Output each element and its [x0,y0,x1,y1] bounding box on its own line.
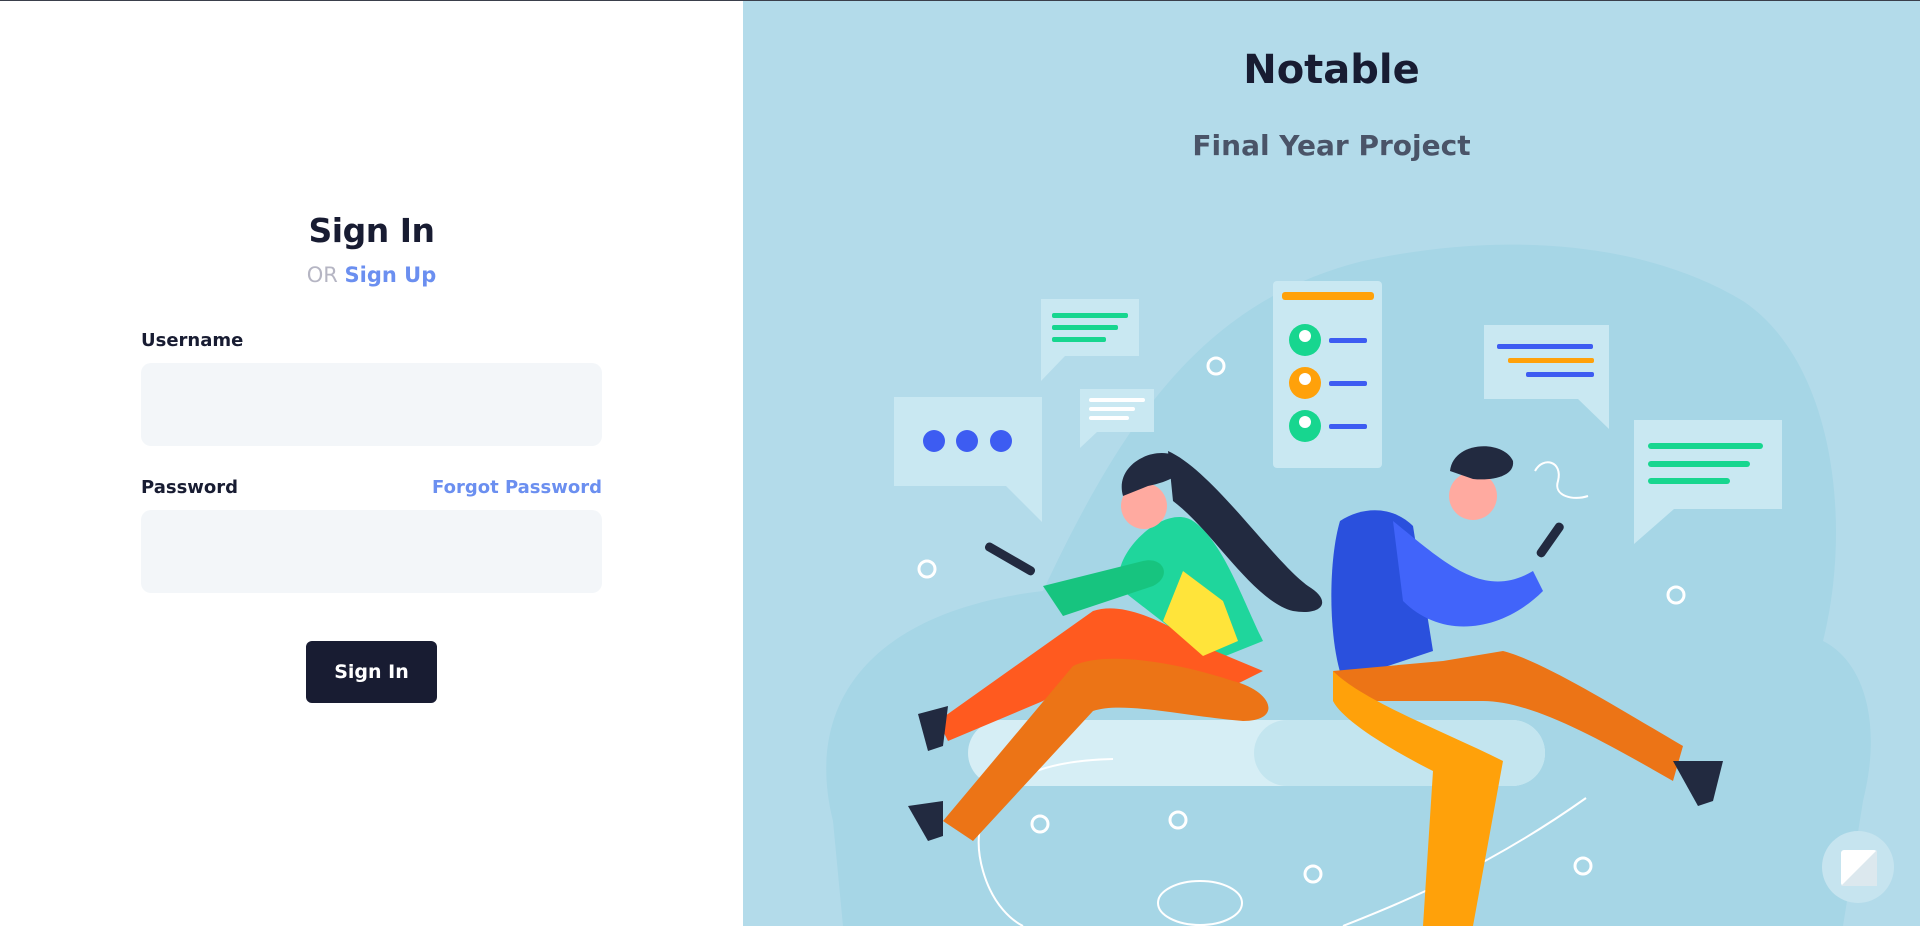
brand-title: Notable [1243,47,1420,93]
signin-panel: Sign In OR Sign Up Username Password For… [0,1,743,926]
password-label: Password [141,477,239,498]
password-input[interactable] [141,510,602,593]
signup-prompt: OR Sign Up [141,263,602,287]
username-label: Username [141,330,244,351]
chat-widget-icon-fold [1841,850,1877,886]
signin-button[interactable]: Sign In [306,641,437,703]
or-text: OR [306,263,338,287]
project-subtitle: Final Year Project [1192,129,1471,162]
chat-widget-button[interactable] [1822,831,1894,903]
hero-panel: Notable Final Year Project [743,1,1920,926]
forgot-password-link[interactable]: Forgot Password [432,477,602,498]
signup-link[interactable]: Sign Up [345,263,437,287]
signin-title: Sign In [308,211,435,250]
username-input[interactable] [141,363,602,446]
